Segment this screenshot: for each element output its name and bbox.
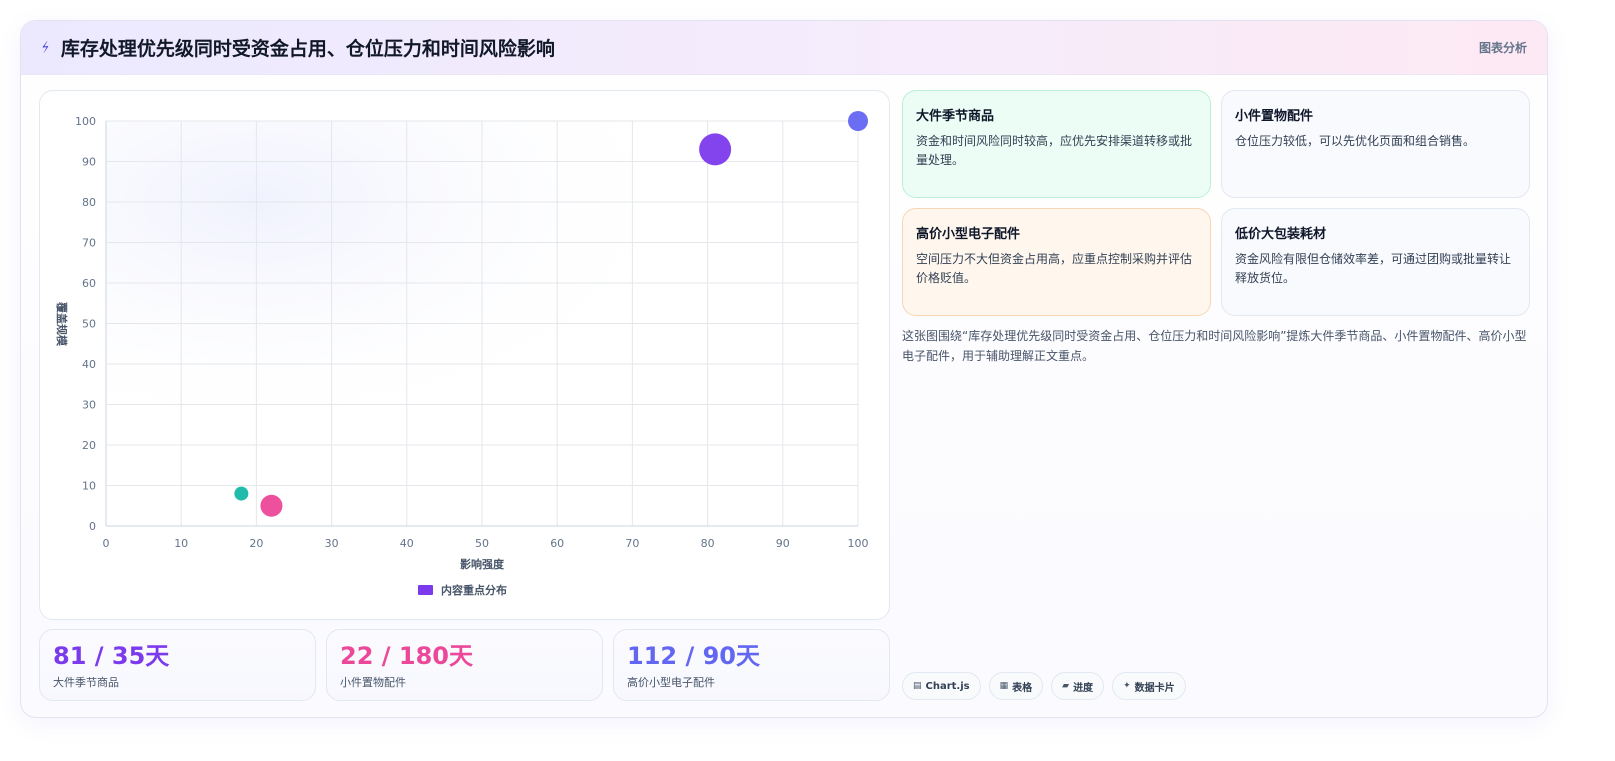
chip-chartjs[interactable]: ▤ Chart.js xyxy=(902,672,981,700)
info-card-text: 资金和时间风险同时较高，应优先安排渠道转移或批量处理。 xyxy=(916,134,1193,167)
y-tick-label: 10 xyxy=(82,480,96,493)
stat-value: 81 / 35天 xyxy=(53,642,170,670)
scatter-chart: 0 10 20 30 40 50 60 70 80 90 100 0 10 20 30 40 50 60 70 80 9… xyxy=(55,111,869,597)
y-tick-label: 60 xyxy=(82,277,96,290)
info-card-text: 资金风险有限但仓储效率差，可通过团购或批量转让释放货位。 xyxy=(1235,252,1512,285)
y-tick-label: 70 xyxy=(82,237,96,250)
info-card-text: 仓位压力较低，可以先优化页面和组合销售。 xyxy=(1235,134,1476,148)
stat-value: 112 / 90天 xyxy=(627,642,760,670)
analysis-card: ⚡ 库存处理优先级同时受资金占用、仓位压力和时间风险影响 图表分析 0 10 20 3… xyxy=(20,20,1548,718)
info-card-text: 空间压力不大但资金占用高，应重点控制采购并评估价格贬值。 xyxy=(916,252,1193,285)
header-tag: 图表分析 xyxy=(1478,41,1527,55)
info-card-title: 小件置物配件 xyxy=(1235,109,1314,124)
y-tick-label: 90 xyxy=(82,156,96,169)
x-tick-label: 90 xyxy=(776,537,790,550)
info-card-electronics: 高价小型电子配件 空间压力不大但资金占用高，应重点控制采购并评估价格贬值。 xyxy=(902,208,1211,316)
info-card-consumables: 低价大包装耗材 资金风险有限但仓储效率差，可通过团购或批量转让释放货位。 xyxy=(1221,208,1530,316)
stat-label: 大件季节商品 xyxy=(53,676,119,689)
stat-card-3: 112 / 90天 高价小型电子配件 xyxy=(613,629,890,701)
x-axis-label: 影响强度 xyxy=(460,557,505,571)
chip-label: Chart.js xyxy=(925,680,970,692)
data-point xyxy=(260,494,283,517)
chip-data-card[interactable]: ✦ 数据卡片 xyxy=(1112,672,1186,700)
chart-panel: 0 10 20 30 40 50 60 70 80 90 100 0 10 20 30 40 50 60 70 80 9… xyxy=(39,90,890,620)
x-tick-label: 40 xyxy=(400,537,414,550)
x-tick-label: 80 xyxy=(701,537,715,550)
x-tick-label: 100 xyxy=(848,537,869,550)
page-title: 库存处理优先级同时受资金占用、仓位压力和时间风险影响 xyxy=(60,38,555,60)
y-tick-label: 50 xyxy=(82,318,96,331)
x-tick-label: 30 xyxy=(325,537,339,550)
y-tick-label: 80 xyxy=(82,196,96,209)
chip-row: ▤ Chart.js ▦ 表格 ▰ 进度 ✦ 数据卡片 xyxy=(902,672,1186,700)
y-tick-label: 40 xyxy=(82,358,96,371)
table-icon: ▦ xyxy=(999,681,1009,691)
info-card-title: 高价小型电子配件 xyxy=(916,227,1021,242)
chip-table[interactable]: ▦ 表格 xyxy=(988,672,1044,700)
stat-value: 22 / 180天 xyxy=(340,642,473,670)
x-tick-label: 10 xyxy=(174,537,188,550)
stat-label: 高价小型电子配件 xyxy=(627,676,715,689)
card-header: ⚡ 库存处理优先级同时受资金占用、仓位压力和时间风险影响 图表分析 xyxy=(21,21,1547,75)
info-card-seasonal: 大件季节商品 资金和时间风险同时较高，应优先安排渠道转移或批量处理。 xyxy=(902,90,1211,198)
data-point xyxy=(234,486,249,501)
lightning-icon: ⚡ xyxy=(38,38,54,57)
x-tick-label: 20 xyxy=(249,537,263,550)
y-axis-label: 覆盖规模 xyxy=(55,302,69,347)
y-tick-label: 100 xyxy=(75,115,96,128)
stat-card-1: 81 / 35天 大件季节商品 xyxy=(39,629,316,701)
title-wrap: ⚡ 库存处理优先级同时受资金占用、仓位压力和时间风险影响 xyxy=(38,34,555,61)
summary-text: 这张图围绕“库存处理优先级同时受资金占用、仓位压力和时间风险影响”提炼大件季节商… xyxy=(902,329,1527,363)
x-tick-label: 50 xyxy=(475,537,489,550)
chart-icon: ▤ xyxy=(913,681,922,691)
data-point xyxy=(848,111,868,131)
info-card-storage: 小件置物配件 仓位压力较低，可以先优化页面和组合销售。 xyxy=(1221,90,1530,198)
x-tick-label: 60 xyxy=(550,537,564,550)
chip-progress[interactable]: ▰ 进度 xyxy=(1051,672,1105,700)
legend[interactable]: 内容重点分布 xyxy=(418,583,507,597)
y-tick-label: 30 xyxy=(82,399,96,412)
info-card-title: 低价大包装耗材 xyxy=(1235,227,1327,242)
stat-label: 小件置物配件 xyxy=(340,676,406,689)
y-tick-label: 20 xyxy=(82,439,96,452)
info-card-title: 大件季节商品 xyxy=(916,109,995,124)
x-tick-label: 70 xyxy=(625,537,639,550)
chip-label: 进度 xyxy=(1073,682,1094,694)
stat-card-2: 22 / 180天 小件置物配件 xyxy=(326,629,603,701)
y-tick-label: 0 xyxy=(89,520,96,533)
data-point xyxy=(699,133,732,166)
legend-swatch xyxy=(418,585,433,595)
x-tick-label: 0 xyxy=(103,537,110,550)
progress-icon: ▰ xyxy=(1062,681,1070,691)
chip-label: 表格 xyxy=(1012,682,1033,694)
legend-label: 内容重点分布 xyxy=(441,583,507,597)
chip-label: 数据卡片 xyxy=(1134,682,1175,694)
sparkle-icon: ✦ xyxy=(1123,681,1131,691)
